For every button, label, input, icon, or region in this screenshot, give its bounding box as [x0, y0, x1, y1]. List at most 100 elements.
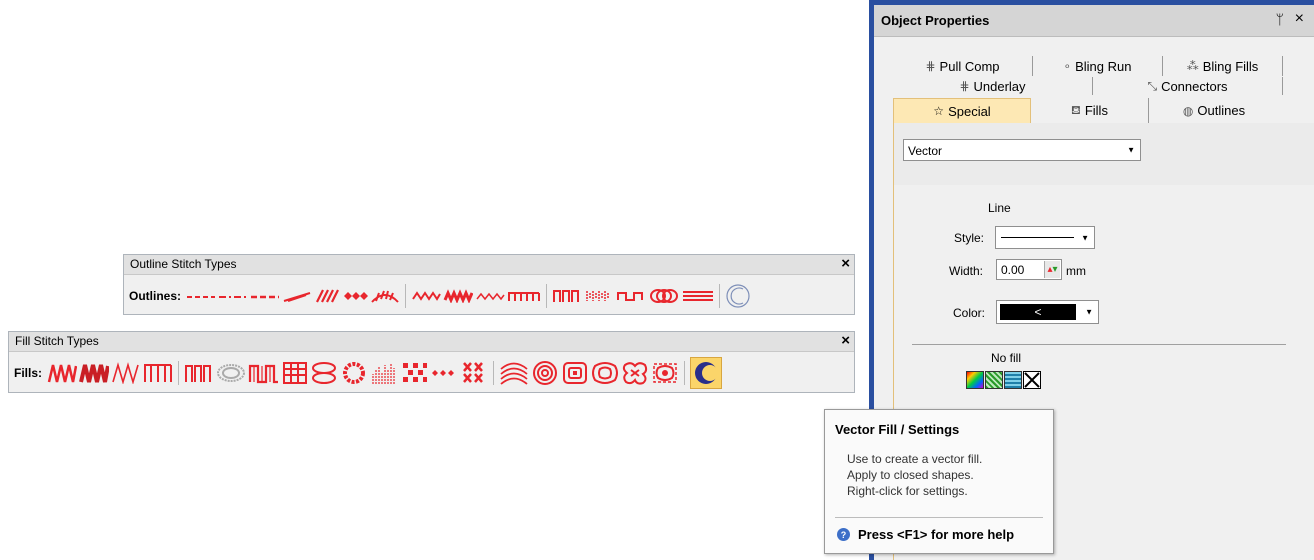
fancy-outline-icon[interactable]: [584, 288, 614, 304]
fill-toolbar-title-bar[interactable]: Fill Stitch Types ×: [9, 332, 854, 352]
chevron-down-icon: ▼: [1127, 145, 1135, 155]
tab-outlines[interactable]: ◍ Outlines: [1149, 98, 1279, 123]
width-unit: mm: [1066, 264, 1086, 278]
width-input[interactable]: 0.00 ▴▾: [996, 259, 1062, 280]
x-fill-icon[interactable]: [460, 360, 488, 386]
cross-fill-icon[interactable]: [282, 361, 308, 385]
tab-label: Underlay: [973, 78, 1026, 94]
flower-fill-icon[interactable]: [340, 360, 368, 386]
fancy-fill-icon[interactable]: [591, 360, 619, 386]
spiral-fill-icon[interactable]: [531, 360, 559, 386]
tab-label: Bling Run: [1075, 58, 1132, 74]
vector-fill-icon[interactable]: [690, 357, 723, 389]
paint-bucket-icon: ⛾: [1071, 102, 1081, 117]
connectors-icon: ⤡: [1147, 78, 1158, 93]
blackwork-outline-icon[interactable]: [411, 289, 441, 303]
wave-fill-icon[interactable]: [499, 360, 529, 386]
outline-stitch-toolbar: Outline Stitch Types × Outlines:: [123, 254, 855, 315]
tooltip-line: Right-click for settings.: [847, 484, 968, 498]
no-fill-icon[interactable]: [1023, 371, 1041, 389]
fills-label: Fills:: [14, 366, 43, 380]
dash-outline-icon[interactable]: [186, 289, 216, 303]
pin-icon[interactable]: ᛘ: [1276, 11, 1284, 27]
underlay-icon: ⋕: [959, 79, 970, 93]
outline-separator: [546, 284, 548, 308]
chevron-down-icon: ▼: [1085, 307, 1093, 317]
frill-outline-icon[interactable]: [475, 289, 505, 303]
zigzag-outline-icon[interactable]: [282, 289, 312, 303]
color-picker[interactable]: < ▼: [996, 300, 1099, 324]
tab-label: Outlines: [1197, 103, 1246, 118]
line-style-dropdown[interactable]: ▼: [995, 226, 1095, 249]
backstitch-outline-icon[interactable]: [616, 288, 646, 304]
outline-icon: ◍: [1182, 103, 1194, 118]
pattern-fill-icon[interactable]: [1004, 371, 1022, 389]
fill-type-buttons: [966, 371, 1041, 389]
e-stitch-outline-icon[interactable]: [443, 289, 474, 303]
outline-toolbar-close-button[interactable]: ×: [841, 255, 850, 273]
zigzag-fill-icon[interactable]: [47, 362, 78, 384]
satin-outline-icon[interactable]: [314, 288, 340, 304]
outline-separator: [719, 284, 721, 308]
bling-run-icon: ∘: [1063, 59, 1072, 73]
diagonal-fill-icon[interactable]: [111, 362, 141, 384]
tooltip-divider: [835, 517, 1043, 518]
line-style-preview: [1001, 237, 1074, 238]
square-fill-icon[interactable]: [143, 362, 173, 384]
width-spinner[interactable]: ▴▾: [1044, 261, 1060, 278]
tab-pull-comp[interactable]: ⋕ Pull Comp: [893, 56, 1033, 76]
tatami-fill-icon[interactable]: [184, 362, 214, 384]
feather-outline-icon[interactable]: [370, 288, 400, 304]
ring-outline-icon[interactable]: [648, 288, 680, 304]
texture-fill-icon[interactable]: [985, 371, 1003, 389]
striped-outline-icon[interactable]: [682, 288, 714, 304]
vector-fill-tooltip: Vector Fill / Settings Use to create a v…: [824, 409, 1054, 554]
tab-label: Fills: [1084, 103, 1108, 118]
tab-underlay[interactable]: ⋕ Underlay: [893, 77, 1093, 95]
tab-bling-fills[interactable]: ⁂ Bling Fills: [1163, 56, 1283, 76]
mode-dropdown-value: Vector: [908, 144, 943, 158]
object-properties-title-bar[interactable]: Object Properties ᛘ ×: [874, 5, 1314, 37]
color-swatch: <: [1000, 304, 1076, 320]
fill-heading: No fill: [991, 351, 1022, 365]
lace-fill-icon[interactable]: [651, 360, 679, 386]
tab-fills[interactable]: ⛾ Fills: [1031, 98, 1149, 123]
diamond-fill-icon[interactable]: [400, 360, 428, 386]
fill-separator: [684, 361, 686, 385]
section-divider: [912, 344, 1286, 345]
line-heading: Line: [988, 201, 1011, 215]
dash-dot-outline-icon[interactable]: [218, 289, 248, 303]
link-fill-icon[interactable]: [310, 361, 338, 385]
color-label: Color:: [953, 306, 986, 320]
outline-toolbar-title-bar[interactable]: Outline Stitch Types ×: [124, 255, 854, 275]
step-fill-icon[interactable]: [248, 362, 280, 384]
motif-fill-icon[interactable]: [621, 360, 649, 386]
mode-dropdown[interactable]: Vector ▼: [903, 139, 1141, 161]
triple-dash-outline-icon[interactable]: [250, 289, 280, 303]
close-panel-button[interactable]: ×: [1295, 10, 1304, 28]
tab-bling-run[interactable]: ∘ Bling Run: [1033, 56, 1163, 76]
motif-outline-icon[interactable]: [342, 289, 369, 303]
tatami-outline-icon[interactable]: [552, 288, 582, 304]
width-value: 0.00: [1001, 263, 1025, 277]
sparkle-fill-icon[interactable]: [430, 362, 458, 384]
gradient-fill-icon[interactable]: [370, 360, 398, 386]
tab-connectors[interactable]: ⤡ Connectors: [1093, 77, 1283, 95]
square-outline-icon[interactable]: [507, 289, 541, 303]
outlines-label: Outlines:: [129, 289, 182, 303]
star-icon: ☆: [933, 104, 945, 118]
object-properties-title: Object Properties: [881, 13, 990, 28]
pull-comp-icon: ⋕: [925, 59, 936, 73]
tab-row-2: ⋕ Underlay ⤡ Connectors: [893, 77, 1314, 95]
square-spiral-fill-icon[interactable]: [561, 360, 589, 386]
ring-fill-icon[interactable]: [216, 362, 246, 384]
fill-toolbar-close-button[interactable]: ×: [841, 332, 850, 350]
outline-separator: [405, 284, 407, 308]
color-fill-icon[interactable]: [966, 371, 984, 389]
tab-label: Pull Comp: [939, 58, 1000, 74]
tab-special[interactable]: ☆ Special: [893, 98, 1031, 123]
fill-toolbar-title: Fill Stitch Types: [15, 334, 99, 348]
satin-fill-icon[interactable]: [79, 362, 110, 384]
crescent-outline-icon[interactable]: [725, 283, 751, 309]
tooltip-help-text: Press <F1> for more help: [858, 527, 1015, 542]
